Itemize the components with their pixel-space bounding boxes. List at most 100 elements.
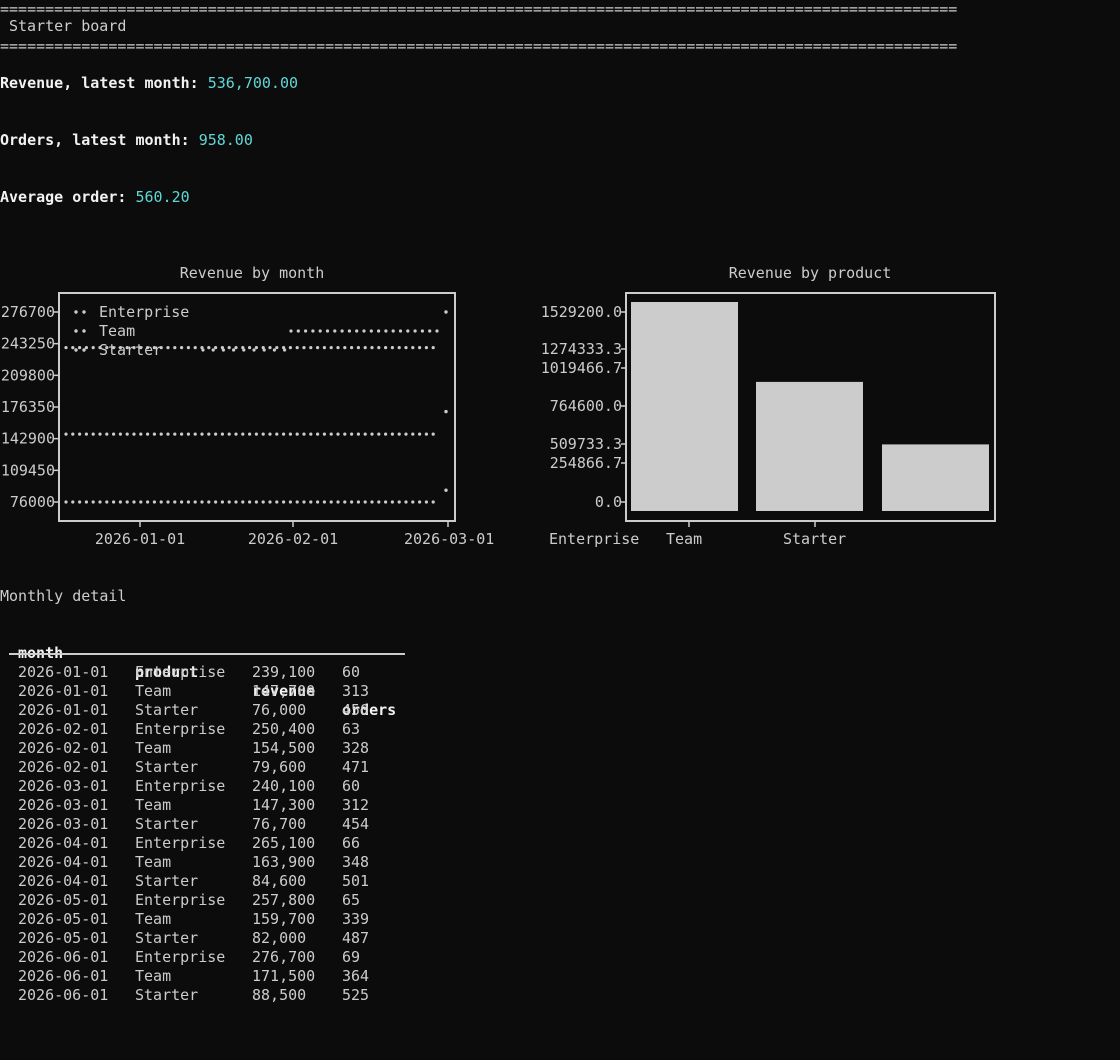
line-chart-point-starter bbox=[248, 500, 252, 504]
line-chart-point-team bbox=[295, 432, 299, 436]
line-chart-point-team bbox=[173, 432, 177, 436]
legend-sample-starter bbox=[221, 348, 225, 352]
line-chart-point-starter bbox=[444, 488, 448, 492]
legend-sample-team bbox=[413, 329, 417, 333]
line-chart-point-starter bbox=[322, 500, 326, 504]
line-chart-point-starter bbox=[363, 500, 367, 504]
table-cell-revenue: 171,500 bbox=[252, 967, 316, 985]
line-chart-point-enterprise bbox=[444, 310, 448, 314]
table-cell-revenue: 88,500 bbox=[252, 986, 307, 1004]
line-chart-point-team bbox=[418, 432, 422, 436]
table-cell-revenue: 276,700 bbox=[252, 948, 316, 966]
table-cell-product: Starter bbox=[135, 701, 199, 719]
line-chart-point-starter bbox=[377, 500, 381, 504]
legend-sample-starter bbox=[242, 348, 246, 352]
line-chart-point-team bbox=[125, 432, 129, 436]
table-cell-orders: 312 bbox=[342, 796, 370, 814]
legend-sample-team bbox=[406, 329, 410, 333]
line-chart-point-team bbox=[84, 432, 88, 436]
table-header-divider bbox=[9, 653, 405, 655]
line-chart-point-starter bbox=[159, 500, 163, 504]
line-chart-point-enterprise bbox=[404, 346, 408, 350]
line-chart-point-team bbox=[254, 432, 258, 436]
line-chart-point-team bbox=[363, 432, 367, 436]
legend-sample-team bbox=[296, 329, 300, 333]
table-cell-month: 2026-03-01 bbox=[18, 796, 109, 814]
table-cell-orders: 60 bbox=[342, 663, 361, 681]
line-chart-point-enterprise bbox=[431, 346, 435, 350]
bar-enterprise bbox=[631, 302, 738, 511]
line-chart-x-tick-label: 2026-01-01 bbox=[95, 530, 185, 548]
table-cell-product: Starter bbox=[135, 758, 199, 776]
line-chart-point-enterprise bbox=[173, 346, 177, 350]
line-chart-point-team bbox=[78, 432, 82, 436]
line-chart-point-starter bbox=[227, 500, 231, 504]
line-chart-point-starter bbox=[152, 500, 156, 504]
legend-sample-starter bbox=[201, 348, 205, 352]
bar-chart-x-label: Team bbox=[666, 530, 702, 548]
line-chart-point-starter bbox=[397, 500, 401, 504]
line-chart-x-tick-label: 2026-02-01 bbox=[248, 530, 338, 548]
table-cell-product: Starter bbox=[135, 929, 199, 947]
line-chart-point-starter bbox=[268, 500, 272, 504]
line-chart-point-starter bbox=[411, 500, 415, 504]
legend-sample-team bbox=[318, 329, 322, 333]
table-cell-month: 2026-02-01 bbox=[18, 758, 109, 776]
table-cell-product: Starter bbox=[135, 872, 199, 890]
line-chart-point-enterprise bbox=[418, 346, 422, 350]
legend-sample-starter bbox=[232, 348, 236, 352]
line-chart-point-starter bbox=[220, 500, 224, 504]
line-chart-point-starter bbox=[146, 500, 150, 504]
table-cell-revenue: 239,100 bbox=[252, 663, 316, 681]
table-cell-orders: 313 bbox=[342, 682, 370, 700]
line-chart-point-starter bbox=[350, 500, 354, 504]
bar-starter bbox=[882, 444, 989, 511]
table-cell-month: 2026-01-01 bbox=[18, 701, 109, 719]
table-cell-product: Enterprise bbox=[135, 891, 226, 909]
legend-sample-team bbox=[420, 329, 424, 333]
table-cell-product: Starter bbox=[135, 986, 199, 1004]
line-chart-point-starter bbox=[390, 500, 394, 504]
table-cell-product: Team bbox=[135, 967, 172, 985]
line-chart-point-team bbox=[404, 432, 408, 436]
legend-label-starter: Starter bbox=[99, 341, 162, 359]
line-chart-point-starter bbox=[139, 500, 143, 504]
line-chart-point-team bbox=[118, 432, 122, 436]
line-chart-y-tick-label: 276700 bbox=[1, 303, 55, 321]
line-chart-point-team bbox=[207, 432, 211, 436]
line-chart-point-team bbox=[309, 432, 313, 436]
line-chart-point-enterprise bbox=[336, 346, 340, 350]
line-chart-point-starter bbox=[125, 500, 129, 504]
legend-sample-team bbox=[325, 329, 330, 333]
line-chart-point-starter bbox=[234, 500, 238, 504]
line-chart-point-team bbox=[200, 432, 204, 436]
table-cell-orders: 364 bbox=[342, 967, 370, 985]
line-chart-point-enterprise bbox=[275, 346, 279, 350]
line-chart-point-starter bbox=[105, 500, 109, 504]
line-chart-point-enterprise bbox=[350, 346, 354, 350]
line-chart-point-team bbox=[411, 432, 415, 436]
legend-sample-starter bbox=[272, 348, 276, 352]
legend-sample-team bbox=[377, 329, 381, 333]
line-chart-point-starter bbox=[356, 500, 360, 504]
table-cell-revenue: 79,600 bbox=[252, 758, 307, 776]
line-chart-point-enterprise bbox=[84, 346, 88, 350]
table-cell-orders: 66 bbox=[342, 834, 361, 852]
legend-sample-team bbox=[391, 329, 395, 333]
table-cell-orders: 60 bbox=[342, 777, 361, 795]
table-cell-month: 2026-04-01 bbox=[18, 853, 109, 871]
line-chart-point-starter bbox=[118, 500, 122, 504]
line-chart-point-enterprise bbox=[424, 346, 428, 350]
table-cell-revenue: 154,500 bbox=[252, 739, 316, 757]
line-chart-point-enterprise bbox=[64, 346, 68, 350]
line-chart-point-starter bbox=[302, 500, 306, 504]
table-cell-month: 2026-01-01 bbox=[18, 663, 109, 681]
table-cell-orders: 450 bbox=[342, 701, 370, 719]
table-cell-product: Enterprise bbox=[135, 948, 226, 966]
legend-sample-team bbox=[311, 329, 315, 333]
table-cell-orders: 471 bbox=[342, 758, 370, 776]
line-chart-point-enterprise bbox=[384, 346, 388, 350]
line-chart-point-starter bbox=[309, 500, 313, 504]
line-chart-point-starter bbox=[200, 500, 204, 504]
line-chart-title: Revenue by month bbox=[180, 264, 325, 282]
